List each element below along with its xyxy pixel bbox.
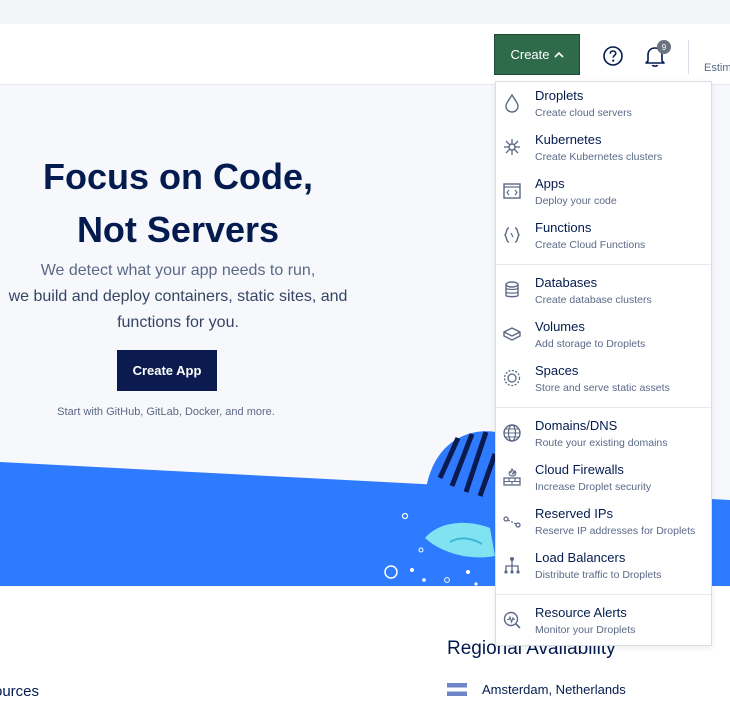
menu-item-apps[interactable]: Apps Deploy your code [496, 170, 711, 214]
chevron-up-icon [553, 51, 564, 58]
hero-title-line2: Not Servers [76, 209, 280, 250]
menu-item-title: Databases [535, 275, 598, 290]
menu-item-desc: Increase Droplet security [535, 481, 652, 493]
menu-divider [496, 264, 711, 265]
menu-item-load-balancers[interactable]: Load Balancers Distribute traffic to Dro… [496, 544, 711, 588]
menu-item-spaces[interactable]: Spaces Store and serve static assets [496, 357, 711, 401]
functions-icon [504, 227, 520, 243]
start-with-text: Start with GitHub, GitLab, Docker, and m… [57, 406, 275, 418]
hero-subtitle-line3: functions for you. [117, 314, 239, 331]
volume-icon [503, 327, 521, 341]
menu-divider [496, 407, 711, 408]
hero-title-line1: Focus on Code, [43, 156, 313, 197]
resource-alerts-icon [503, 611, 521, 629]
estimate-label: Estim [704, 62, 730, 74]
database-icon [505, 281, 519, 298]
hero-subtitle: We detect what your app needs to run, we… [0, 258, 386, 336]
top-strip [0, 0, 730, 24]
menu-item-functions[interactable]: Functions Create Cloud Functions [496, 214, 711, 258]
menu-item-cloud-firewalls[interactable]: Cloud Firewalls Increase Droplet securit… [496, 456, 711, 500]
menu-item-title: Apps [535, 176, 565, 191]
menu-item-title: Cloud Firewalls [535, 462, 624, 477]
menu-item-title: Spaces [535, 363, 579, 378]
menu-item-title: Volumes [535, 319, 585, 334]
menu-item-desc: Create Kubernetes clusters [535, 151, 663, 163]
create-app-button[interactable]: Create App [117, 350, 217, 391]
hero-title: Focus on Code, Not Servers [0, 150, 356, 256]
menu-item-reserved-ips[interactable]: Reserved IPs Reserve IP addresses for Dr… [496, 500, 711, 544]
menu-item-desc: Add storage to Droplets [535, 338, 646, 350]
kubernetes-icon [504, 139, 520, 155]
menu-item-resource-alerts[interactable]: Resource Alerts Monitor your Droplets [496, 599, 711, 643]
menu-item-desc: Monitor your Droplets [535, 624, 636, 636]
menu-item-desc: Deploy your code [535, 195, 617, 207]
menu-item-domains-dns[interactable]: Domains/DNS Route your existing domains [496, 412, 711, 456]
create-dropdown-menu: Droplets Create cloud servers Kubernetes… [495, 81, 712, 646]
reserved-ip-icon [503, 516, 521, 528]
menu-item-title: Reserved IPs [535, 506, 614, 521]
menu-item-desc: Create Cloud Functions [535, 239, 646, 251]
load-balancer-icon [504, 557, 520, 574]
globe-icon [503, 424, 521, 442]
menu-item-desc: Store and serve static assets [535, 382, 670, 394]
menu-item-kubernetes[interactable]: Kubernetes Create Kubernetes clusters [496, 126, 711, 170]
menu-item-title: Droplets [535, 88, 584, 103]
hero-subtitle-line1: We detect what your app needs to run, [40, 262, 316, 279]
firewall-icon [503, 467, 521, 486]
menu-divider [496, 594, 711, 595]
menu-item-databases[interactable]: Databases Create database clusters [496, 269, 711, 313]
droplet-icon [505, 93, 519, 113]
menu-item-title: Load Balancers [535, 550, 626, 565]
create-button-label: Create [510, 47, 550, 62]
menu-item-title: Resource Alerts [535, 605, 627, 620]
menu-item-title: Functions [535, 220, 592, 235]
header-divider [688, 40, 689, 74]
region-name: Amsterdam, Netherlands [482, 682, 626, 697]
menu-item-desc: Distribute traffic to Droplets [535, 569, 662, 581]
help-icon[interactable] [602, 45, 624, 67]
menu-item-volumes[interactable]: Volumes Add storage to Droplets [496, 313, 711, 357]
menu-item-desc: Reserve IP addresses for Droplets [535, 525, 696, 537]
resources-heading: ources [0, 683, 40, 700]
menu-item-droplets[interactable]: Droplets Create cloud servers [496, 82, 711, 126]
notification-badge: 9 [657, 40, 671, 54]
create-button[interactable]: Create [494, 34, 580, 75]
apps-icon [503, 183, 521, 199]
menu-item-title: Domains/DNS [535, 418, 618, 433]
menu-item-title: Kubernetes [535, 132, 602, 147]
menu-item-desc: Route your existing domains [535, 437, 668, 449]
netherlands-flag-icon [447, 683, 467, 696]
menu-item-desc: Create cloud servers [535, 107, 632, 119]
hero-subtitle-line2: we build and deploy containers, static s… [8, 288, 348, 305]
top-bar [0, 0, 730, 85]
menu-item-desc: Create database clusters [535, 294, 652, 306]
spaces-icon [503, 369, 521, 387]
